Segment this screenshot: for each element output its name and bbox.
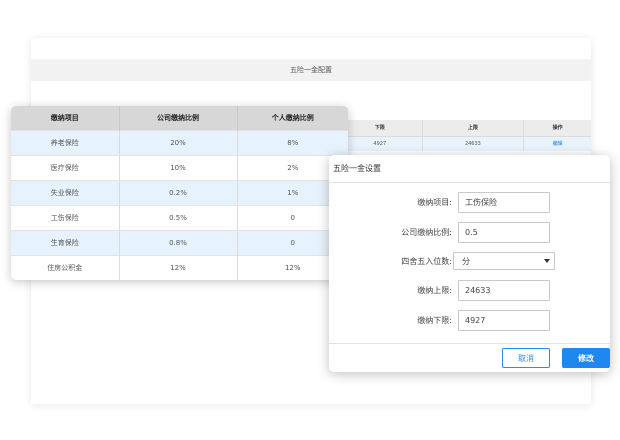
item-cell: 医疗保险 (11, 154, 119, 180)
table-row[interactable]: 生育保险 0.8% 0 (11, 229, 348, 255)
company-ratio-label: 公司缴纳比例: (401, 228, 452, 237)
table-row[interactable]: 医疗保险 10% 2% (11, 154, 348, 180)
rounding-select[interactable]: 分 (453, 252, 555, 270)
bg-cell-lower: 4927 (337, 136, 423, 151)
bg-header-upper: 上限 (421, 120, 524, 137)
header-item: 缴纳项目 (11, 106, 119, 130)
background-window-title: 五险一金配置 (31, 59, 591, 81)
upper-limit-field[interactable]: 24633 (458, 280, 550, 301)
bg-header-action: 操作 (523, 120, 591, 137)
lower-limit-label: 缴纳下限: (417, 316, 452, 325)
upper-limit-label: 缴纳上限: (417, 286, 452, 295)
item-cell: 生育保险 (11, 229, 119, 255)
edit-link[interactable]: 编辑 (523, 136, 591, 151)
table-row[interactable]: 工伤保险 0.5% 0 (11, 204, 348, 230)
company-ratio-cell: 0.5% (118, 204, 237, 230)
rounding-select-value: 分 (462, 256, 470, 266)
upper-limit-row: 缴纳上限: 24633 (329, 280, 610, 301)
cancel-button[interactable]: 取消 (502, 348, 550, 368)
table-header-row: 缴纳项目 公司缴纳比例 个人缴纳比例 (11, 106, 348, 130)
item-row: 缴纳项目: 工伤保险 (329, 192, 610, 213)
table-row[interactable]: 住房公积金 12% 12% (11, 254, 348, 280)
item-cell: 工伤保险 (11, 204, 119, 230)
lower-limit-field[interactable]: 4927 (458, 310, 550, 331)
item-field[interactable]: 工伤保险 (458, 192, 550, 213)
modify-button[interactable]: 修改 (562, 348, 610, 368)
table-row: 4927 24633 编辑 (331, 136, 591, 151)
background-config-table: 下限 上限 操作 4927 24633 编辑 (331, 120, 591, 151)
item-cell: 住房公积金 (11, 254, 119, 280)
dialog-footer-divider (329, 343, 610, 344)
bg-header-lower: 下限 (337, 120, 423, 137)
company-ratio-field[interactable]: 0.5 (458, 222, 550, 243)
table-row[interactable]: 失业保险 0.2% 1% (11, 179, 348, 205)
company-ratio-cell: 0.2% (118, 179, 237, 205)
lower-limit-row: 缴纳下限: 4927 (329, 310, 610, 331)
dialog-title: 五险一金设置 (329, 155, 610, 183)
company-ratio-cell: 10% (118, 154, 237, 180)
header-personal-ratio: 个人缴纳比例 (236, 106, 348, 130)
company-ratio-cell: 0.8% (118, 229, 237, 255)
item-cell: 失业保险 (11, 179, 119, 205)
item-cell: 养老保险 (11, 129, 119, 155)
chevron-down-icon (544, 259, 550, 263)
company-ratio-cell: 20% (118, 129, 237, 155)
company-ratio-cell: 12% (118, 254, 237, 280)
personal-ratio-cell: 8% (236, 129, 348, 155)
header-company-ratio: 公司缴纳比例 (118, 106, 237, 130)
bg-cell-upper: 24633 (421, 136, 524, 151)
insurance-settings-dialog: 五险一金设置 缴纳项目: 工伤保险 公司缴纳比例: 0.5 四舍五入位数: 分 … (329, 155, 610, 372)
rounding-row: 四舍五入位数: 分 (329, 252, 610, 273)
insurance-rates-card: 缴纳项目 公司缴纳比例 个人缴纳比例 养老保险 20% 8% 医疗保险 10% … (11, 106, 348, 280)
company-ratio-row: 公司缴纳比例: 0.5 (329, 222, 610, 243)
table-row[interactable]: 养老保险 20% 8% (11, 129, 348, 155)
item-label: 缴纳项目: (417, 198, 452, 207)
rounding-label: 四舍五入位数: (401, 256, 452, 266)
insurance-rates-table: 缴纳项目 公司缴纳比例 个人缴纳比例 养老保险 20% 8% 医疗保险 10% … (11, 106, 348, 280)
